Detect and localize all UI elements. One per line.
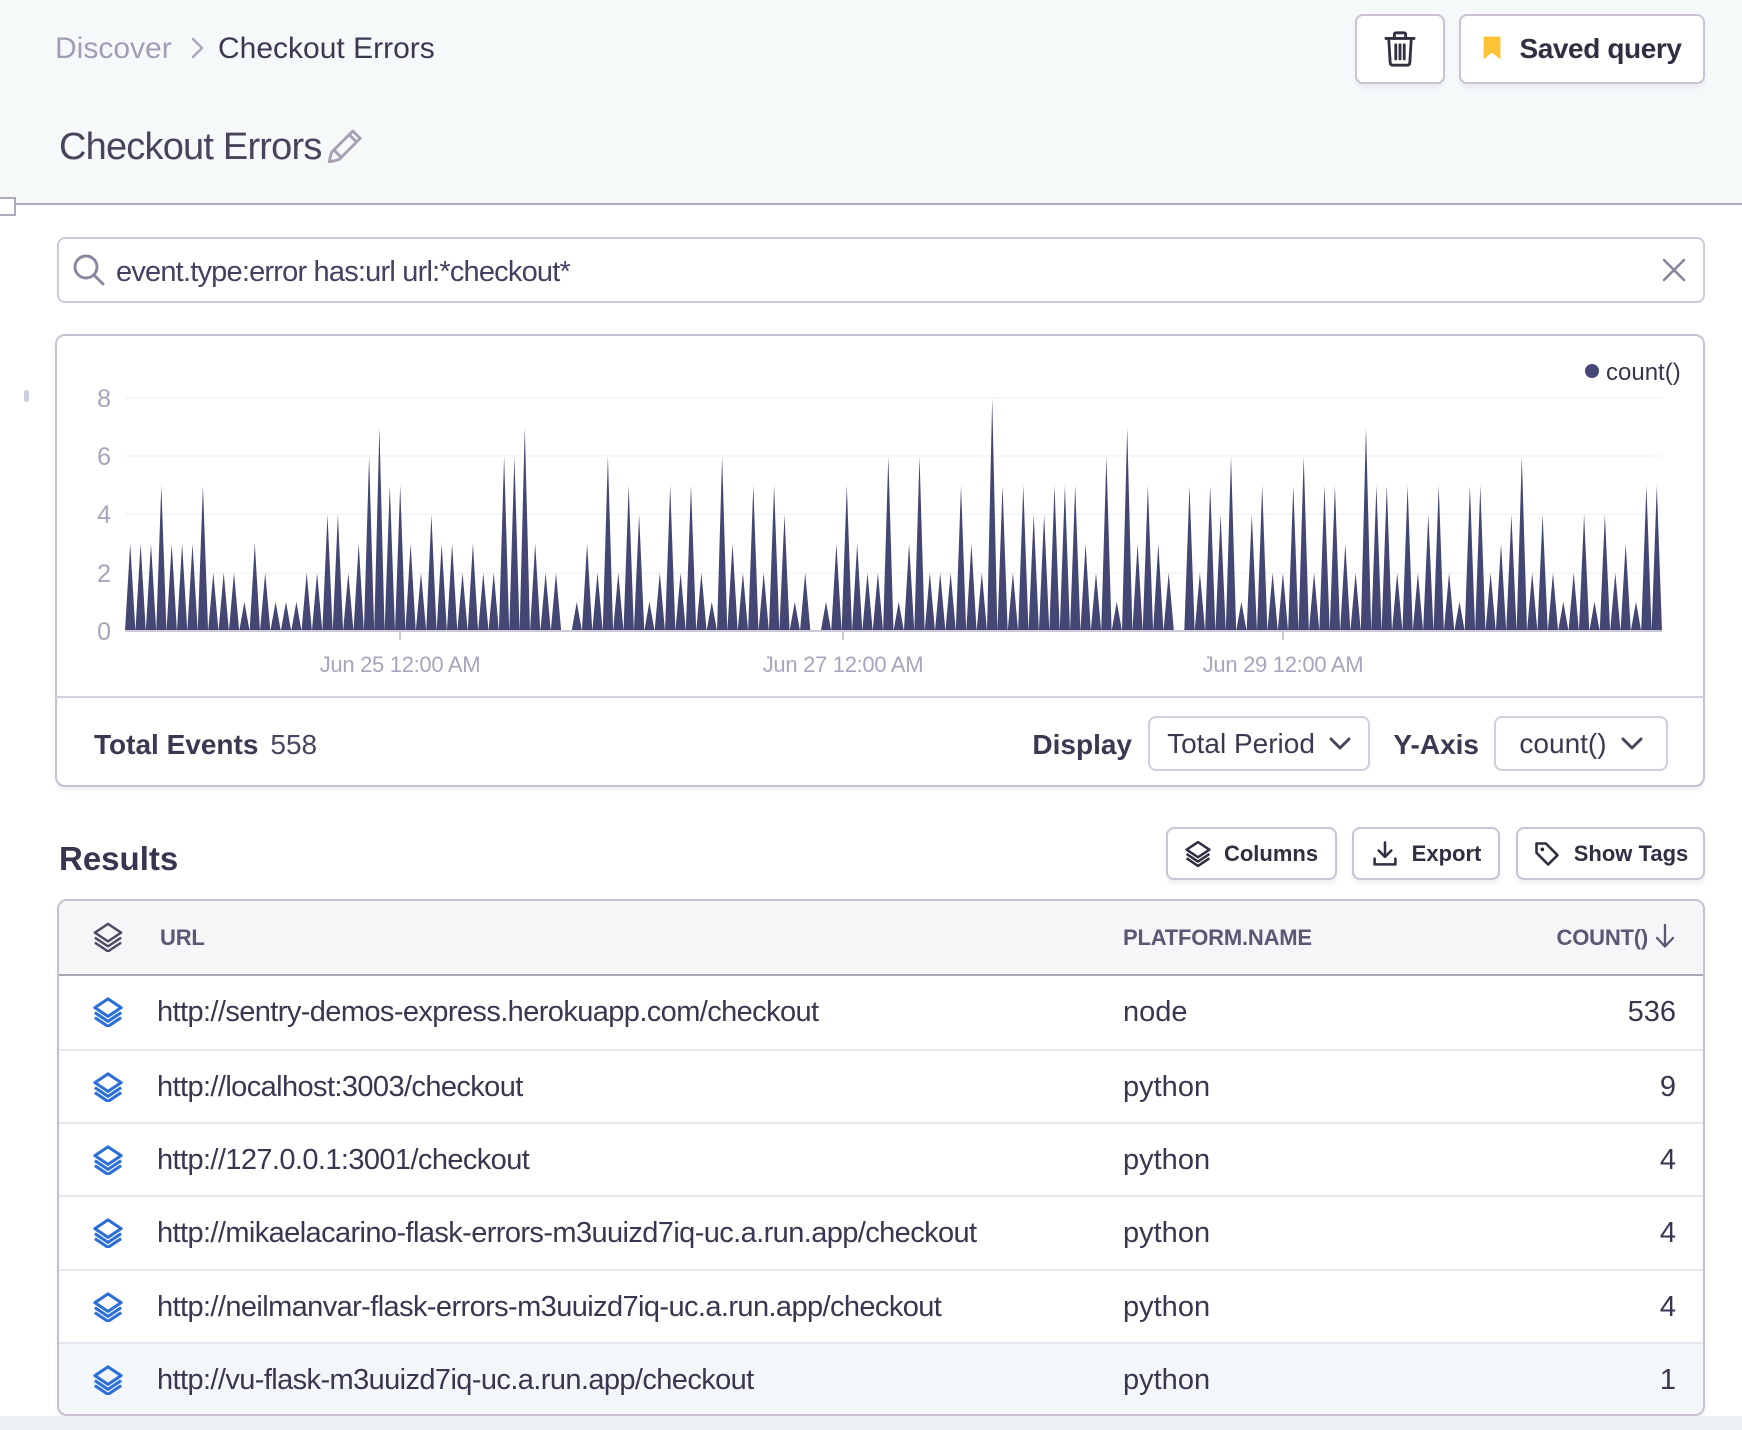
svg-text:6: 6 bbox=[97, 443, 111, 471]
svg-text:0: 0 bbox=[97, 618, 111, 646]
svg-text:4: 4 bbox=[97, 501, 111, 529]
svg-text:Jun 29 12:00 AM: Jun 29 12:00 AM bbox=[1203, 652, 1364, 677]
svg-text:Jun 25 12:00 AM: Jun 25 12:00 AM bbox=[320, 652, 481, 677]
svg-text:8: 8 bbox=[97, 385, 111, 413]
svg-text:Jun 27 12:00 AM: Jun 27 12:00 AM bbox=[763, 652, 924, 677]
svg-text:2: 2 bbox=[97, 560, 111, 588]
